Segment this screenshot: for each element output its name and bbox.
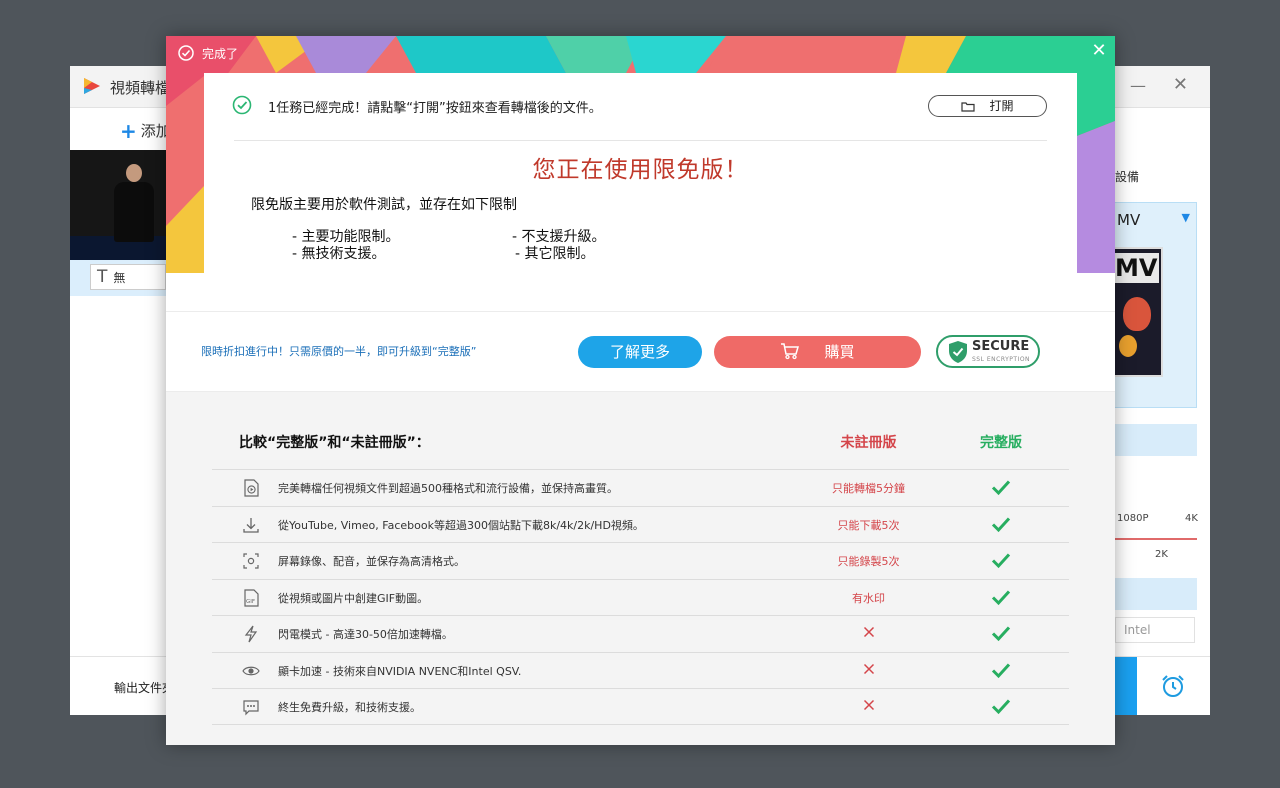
comparison-section: 比較“完整版”和“未註冊版”： 未註冊版 完整版 完美轉檔任何視頻文件到超過50… [166, 391, 1115, 745]
discount-promo-text: 限時折扣進行中！只需原價的一半，即可升級到“完整版” [201, 345, 477, 358]
modal-close-icon[interactable]: ✕ [1089, 41, 1109, 61]
comparison-row: 完美轉檔任何視頻文件到超過500種格式和流行設備，並保持高畫質。 只能轉檔5分鐘 [212, 469, 1069, 506]
dropdown-arrow-icon[interactable]: ▼ [1182, 211, 1190, 224]
checkmark-icon [178, 45, 194, 61]
comparison-row: 顯卡加速 - 技術來自NVIDIA NVENC和Intel QSV. [212, 651, 1069, 689]
secure-badge: SECURE SSL ENCRYPTION [936, 335, 1040, 368]
check-icon [941, 661, 1061, 683]
option-bar-2[interactable] [1115, 578, 1197, 610]
plus-icon: + [120, 119, 137, 143]
resolution-slider[interactable] [1115, 538, 1197, 540]
upgrade-modal: 完成了 ✕ 1任務已經完成！請點擊“打開”按鈕來查看轉檔後的文件。 打開 您正在… [166, 36, 1115, 745]
thumbnail-person-body [114, 182, 154, 242]
completion-card: 1任務已經完成！請點擊“打開”按鈕來查看轉檔後的文件。 打開 您正在使用限免版！… [204, 73, 1077, 273]
check-icon [941, 697, 1061, 719]
background-app-title: 視頻轉檔 [110, 79, 171, 97]
resolution-4k-label: 4K [1185, 513, 1198, 524]
buy-button[interactable]: 購買 [714, 336, 921, 368]
comparison-title: 比較“完整版”和“未註冊版”： [239, 435, 430, 451]
comparison-table: 完美轉檔任何視頻文件到超過500種格式和流行設備，並保持高畫質。 只能轉檔5分鐘從… [212, 469, 1069, 725]
feature-text: 從YouTube, Vimeo, Facebook等超過300個站點下載8k/4… [278, 518, 644, 532]
comparison-row: 終生免費升級，和技術支援。 [212, 688, 1069, 725]
unregistered-limit-text: 只能轉檔5分鐘 [832, 482, 905, 495]
unregistered-limit-text: 只能下載5次 [837, 518, 900, 532]
device-label: 設備 [1115, 170, 1140, 184]
shield-check-icon [949, 341, 967, 363]
app-logo-icon [84, 78, 100, 94]
open-folder-button[interactable]: 打開 [928, 95, 1047, 117]
intel-label: Intel [1124, 623, 1151, 637]
limit-item: - 其它限制。 [515, 246, 595, 262]
feature-text: 完美轉檔任何視頻文件到超過500種格式和流行設備，並保持高畫質。 [278, 482, 618, 495]
unregistered-limit-text: 有水印 [852, 591, 885, 605]
cross-icon [796, 626, 941, 641]
comparison-row: 屏幕錄像、配音，並保存為高清格式。 只能錄製5次 [212, 542, 1069, 579]
cart-icon [781, 343, 800, 360]
balloon-graphic-small [1119, 335, 1137, 357]
format-image: MV [1115, 247, 1163, 377]
feature-text: 顯卡加速 - 技術來自NVIDIA NVENC和Intel QSV. [278, 664, 522, 678]
comparison-row: GIF 從視頻或圖片中創建GIF動圖。 有水印 [212, 578, 1069, 616]
convert-button[interactable] [1115, 657, 1137, 715]
subtitle-select[interactable]: T無 [90, 264, 166, 290]
buy-button-label: 購買 [824, 343, 855, 361]
unregistered-limit-text: 只能錄製5次 [837, 555, 900, 568]
open-button-label: 打開 [989, 99, 1014, 113]
feature-text: 屏幕錄像、配音，並保存為高清格式。 [278, 555, 465, 568]
option-bar[interactable] [1115, 424, 1197, 456]
promo-divider [166, 311, 1115, 312]
subtitle-row: T無 [70, 260, 168, 296]
column-full-version: 完整版 [980, 435, 1022, 451]
secure-subtitle: SSL ENCRYPTION [972, 356, 1031, 363]
comparison-row: 閃電模式 - 高達30-50倍加速轉檔。 [212, 615, 1069, 652]
feature-text: 終生免費升級，和技術支援。 [278, 701, 421, 714]
comparison-row: 從YouTube, Vimeo, Facebook等超過300個站點下載8k/4… [212, 505, 1069, 543]
thumbnail-person-head [126, 164, 142, 182]
subtitle-value: 無 [113, 271, 126, 285]
balloon-graphic [1123, 297, 1151, 331]
format-badge: MV [1115, 253, 1159, 283]
intel-acceleration-box[interactable]: Intel [1115, 617, 1195, 643]
cross-icon [796, 663, 941, 678]
format-name: MV [1117, 211, 1141, 229]
video-file-icon [244, 479, 259, 497]
column-unregistered: 未註冊版 [840, 435, 897, 451]
resolution-2k-label: 2K [1155, 549, 1168, 560]
alarm-clock-icon[interactable] [1160, 673, 1186, 699]
text-icon: T [97, 267, 108, 287]
check-icon [941, 551, 1061, 573]
gpu-eye-icon [242, 666, 260, 675]
download-icon [243, 517, 259, 533]
output-folder-label: 輸出文件夾 [114, 681, 175, 695]
lightning-icon [244, 625, 258, 643]
limited-version-description: 限免版主要用於軟件測試，並存在如下限制 [251, 197, 517, 213]
feature-text: 閃電模式 - 高達30-50倍加速轉檔。 [278, 628, 453, 641]
resolution-1080-label: 1080P [1117, 513, 1149, 524]
svg-text:GIF: GIF [246, 599, 255, 605]
cross-icon [796, 699, 941, 714]
limited-version-title: 您正在使用限免版！ [532, 157, 749, 183]
minimize-icon[interactable]: — [1130, 76, 1146, 95]
check-icon [941, 624, 1061, 646]
chat-support-icon [243, 700, 259, 716]
check-icon [941, 478, 1061, 500]
add-file-button[interactable]: + 添加 [120, 119, 171, 143]
screen-record-icon [243, 553, 259, 569]
modal-header-title: 完成了 [202, 47, 239, 61]
gif-icon: GIF [244, 588, 259, 607]
check-icon [941, 588, 1061, 610]
limit-item: - 無技術支援。 [292, 246, 386, 262]
learn-more-button[interactable]: 了解更多 [578, 336, 702, 368]
card-divider [234, 140, 1047, 141]
close-icon[interactable]: ✕ [1173, 74, 1188, 95]
format-card[interactable]: MV ▼ MV [1115, 202, 1197, 408]
folder-icon [961, 102, 976, 112]
feature-text: 從視頻或圖片中創建GIF動圖。 [278, 591, 429, 605]
secure-title: SECURE [972, 339, 1030, 354]
task-done-message: 1任務已經完成！請點擊“打開”按鈕來查看轉檔後的文件。 [268, 101, 602, 116]
video-thumbnail[interactable] [70, 150, 168, 260]
check-icon [941, 515, 1061, 537]
success-check-icon [232, 95, 252, 115]
